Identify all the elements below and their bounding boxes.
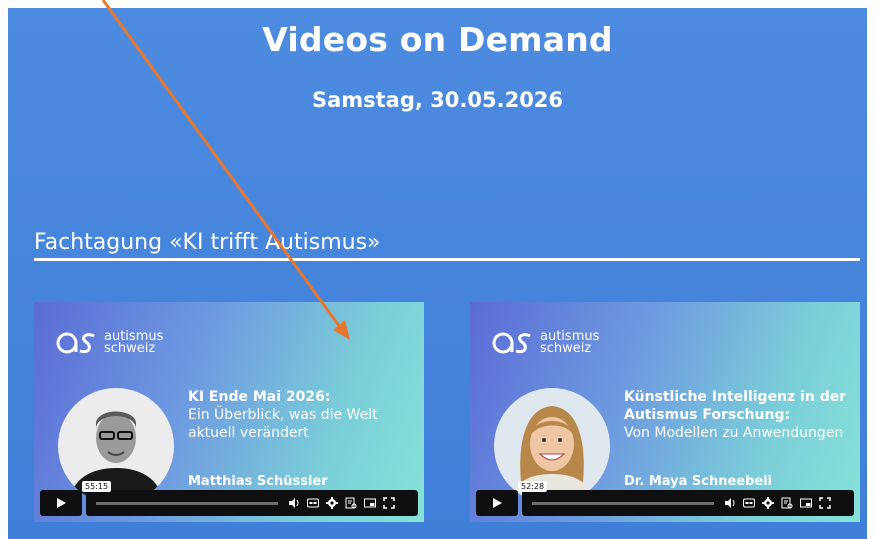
player-controls: 52:28 xyxy=(476,480,854,516)
section-divider xyxy=(34,258,860,261)
volume-icon[interactable] xyxy=(288,497,300,509)
video-headline-line2: Autismus Forschung: xyxy=(624,407,791,423)
play-icon xyxy=(493,498,502,508)
play-icon xyxy=(57,498,66,508)
page-date: Samstag, 30.05.2026 xyxy=(311,88,564,112)
duration-label: 52:28 xyxy=(518,480,548,492)
video-subtitle-line2: aktuell verändert xyxy=(188,425,309,441)
transcript-icon[interactable] xyxy=(345,497,357,509)
play-button[interactable] xyxy=(476,490,518,516)
settings-gear-icon[interactable] xyxy=(326,497,338,509)
control-bar: 52:28 xyxy=(518,480,854,516)
play-button[interactable] xyxy=(40,490,82,516)
speaker-name: Dr. Maya Schneebeli xyxy=(624,474,773,489)
captions-icon[interactable] xyxy=(743,497,755,509)
logo-mark-icon xyxy=(492,332,531,354)
picture-in-picture-icon[interactable] xyxy=(364,497,376,509)
autismus-schweiz-logo: autismus schweiz xyxy=(492,330,599,356)
video-player-1[interactable]: autismus schweiz KI Ende Mai 2026: Ein Ü… xyxy=(34,302,424,522)
section-title: Fachtagung «KI trifft Autismus» xyxy=(34,230,381,255)
video-headline: KI Ende Mai 2026: xyxy=(188,389,331,405)
video-headline-line1: Künstliche Intelligenz in der xyxy=(624,389,847,405)
autismus-schweiz-logo: autismus schweiz xyxy=(56,330,163,356)
captions-icon[interactable] xyxy=(307,497,319,509)
progress-bar[interactable]: 52:28 xyxy=(518,480,714,505)
settings-gear-icon[interactable] xyxy=(762,497,774,509)
player-controls: 55:15 xyxy=(40,480,418,516)
picture-in-picture-icon[interactable] xyxy=(800,497,812,509)
video-subtitle-line1: Von Modellen zu Anwendungen xyxy=(624,425,844,441)
transcript-icon[interactable] xyxy=(781,497,793,509)
volume-icon[interactable] xyxy=(724,497,736,509)
speaker-name: Matthias Schüssler xyxy=(188,474,328,489)
page-content: Videos on Demand Samstag, 30.05.2026 Fac… xyxy=(8,8,867,539)
logo-text-line2: schweiz xyxy=(540,341,592,356)
fullscreen-icon[interactable] xyxy=(383,497,395,509)
video-info: KI Ende Mai 2026: Ein Überblick, was die… xyxy=(188,388,378,442)
control-bar: 55:15 xyxy=(82,480,418,516)
logo-text-line2: schweiz xyxy=(104,341,156,356)
duration-label: 55:15 xyxy=(82,480,112,492)
video-player-2[interactable]: autismus schweiz Künstliche Intelligenz … xyxy=(470,302,860,522)
speaker-portrait xyxy=(494,388,610,504)
progress-bar[interactable]: 55:15 xyxy=(82,480,278,505)
speaker-portrait xyxy=(58,388,174,504)
video-info: Künstliche Intelligenz in der Autismus F… xyxy=(624,388,846,442)
page-title: Videos on Demand xyxy=(262,20,613,59)
fullscreen-icon[interactable] xyxy=(819,497,831,509)
logo-mark-icon xyxy=(56,332,95,354)
video-subtitle-line1: Ein Überblick, was die Welt xyxy=(188,407,378,423)
